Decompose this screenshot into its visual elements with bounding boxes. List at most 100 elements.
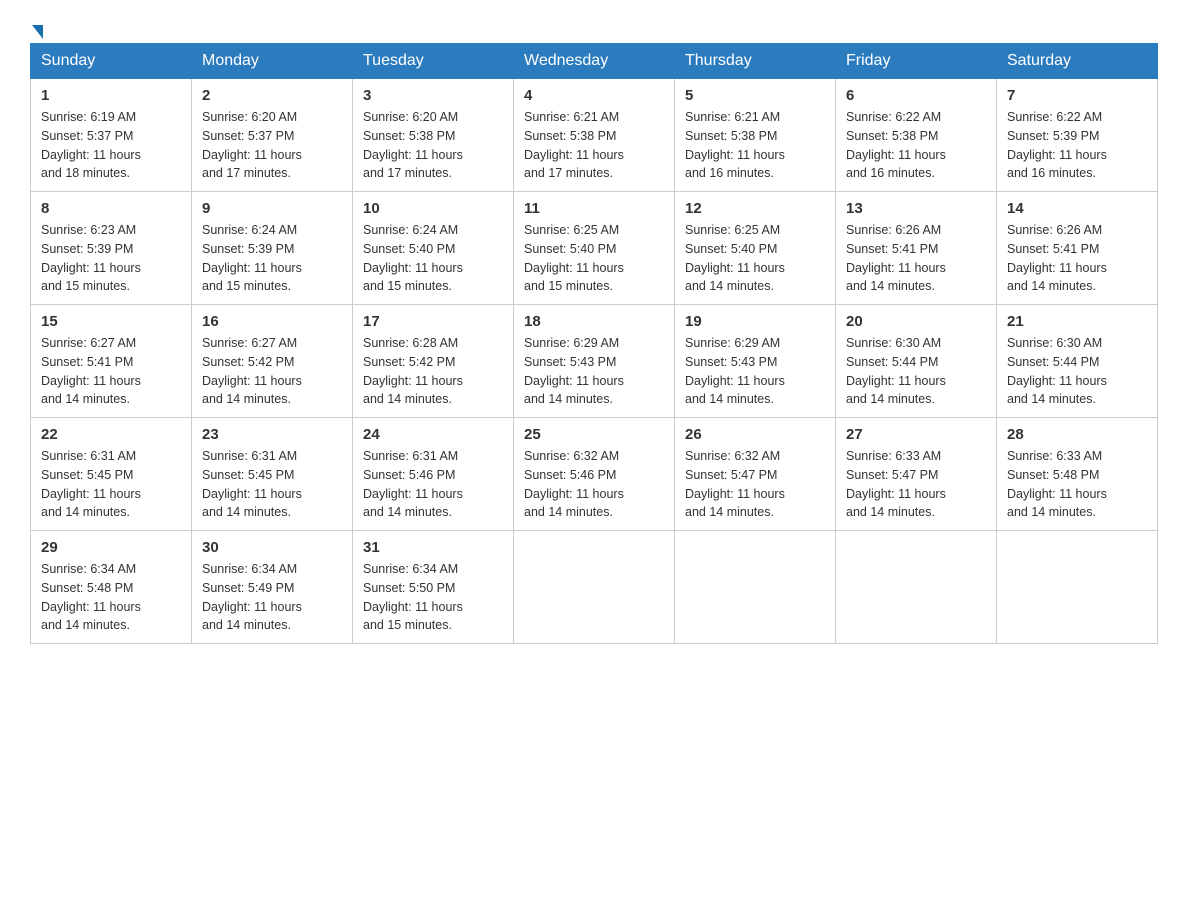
day-info: Sunrise: 6:30 AMSunset: 5:44 PMDaylight:…: [846, 334, 986, 409]
day-number: 9: [202, 200, 342, 217]
day-number: 10: [363, 200, 503, 217]
day-info: Sunrise: 6:19 AMSunset: 5:37 PMDaylight:…: [41, 108, 181, 183]
day-number: 31: [363, 539, 503, 556]
calendar-week-row: 29 Sunrise: 6:34 AMSunset: 5:48 PMDayligh…: [31, 531, 1158, 644]
calendar-cell: 11 Sunrise: 6:25 AMSunset: 5:40 PMDayligh…: [514, 192, 675, 305]
day-number: 16: [202, 313, 342, 330]
day-number: 28: [1007, 426, 1147, 443]
calendar-week-row: 1Sunrise: 6:19 AMSunset: 5:37 PMDaylight…: [31, 79, 1158, 192]
day-info: Sunrise: 6:23 AMSunset: 5:39 PMDaylight:…: [41, 221, 181, 296]
day-number: 15: [41, 313, 181, 330]
day-info: Sunrise: 6:34 AMSunset: 5:49 PMDaylight:…: [202, 560, 342, 635]
day-info: Sunrise: 6:34 AMSunset: 5:50 PMDaylight:…: [363, 560, 503, 635]
day-number: 14: [1007, 200, 1147, 217]
day-info: Sunrise: 6:22 AMSunset: 5:39 PMDaylight:…: [1007, 108, 1147, 183]
day-number: 2: [202, 87, 342, 104]
day-info: Sunrise: 6:24 AMSunset: 5:39 PMDaylight:…: [202, 221, 342, 296]
day-number: 3: [363, 87, 503, 104]
calendar-week-row: 22 Sunrise: 6:31 AMSunset: 5:45 PMDayligh…: [31, 418, 1158, 531]
calendar-table: SundayMondayTuesdayWednesdayThursdayFrid…: [30, 43, 1158, 644]
calendar-cell: 30 Sunrise: 6:34 AMSunset: 5:49 PMDayligh…: [192, 531, 353, 644]
day-info: Sunrise: 6:31 AMSunset: 5:45 PMDaylight:…: [202, 447, 342, 522]
calendar-cell: 13 Sunrise: 6:26 AMSunset: 5:41 PMDayligh…: [836, 192, 997, 305]
weekday-header-saturday: Saturday: [997, 44, 1158, 79]
logo: [30, 25, 43, 33]
weekday-header-wednesday: Wednesday: [514, 44, 675, 79]
day-number: 29: [41, 539, 181, 556]
calendar-cell: 2 Sunrise: 6:20 AMSunset: 5:37 PMDaylight…: [192, 79, 353, 192]
day-info: Sunrise: 6:29 AMSunset: 5:43 PMDaylight:…: [685, 334, 825, 409]
day-info: Sunrise: 6:29 AMSunset: 5:43 PMDaylight:…: [524, 334, 664, 409]
calendar-cell: 25 Sunrise: 6:32 AMSunset: 5:46 PMDayligh…: [514, 418, 675, 531]
day-info: Sunrise: 6:32 AMSunset: 5:46 PMDaylight:…: [524, 447, 664, 522]
calendar-cell: 7 Sunrise: 6:22 AMSunset: 5:39 PMDaylight…: [997, 79, 1158, 192]
day-info: Sunrise: 6:31 AMSunset: 5:45 PMDaylight:…: [41, 447, 181, 522]
day-info: Sunrise: 6:26 AMSunset: 5:41 PMDaylight:…: [846, 221, 986, 296]
calendar-cell: 18 Sunrise: 6:29 AMSunset: 5:43 PMDayligh…: [514, 305, 675, 418]
day-info: Sunrise: 6:30 AMSunset: 5:44 PMDaylight:…: [1007, 334, 1147, 409]
calendar-cell: 21 Sunrise: 6:30 AMSunset: 5:44 PMDayligh…: [997, 305, 1158, 418]
calendar-cell: 20Sunrise: 6:30 AMSunset: 5:44 PMDayligh…: [836, 305, 997, 418]
day-number: 27: [846, 426, 986, 443]
calendar-cell: 28 Sunrise: 6:33 AMSunset: 5:48 PMDayligh…: [997, 418, 1158, 531]
day-number: 18: [524, 313, 664, 330]
day-info: Sunrise: 6:24 AMSunset: 5:40 PMDaylight:…: [363, 221, 503, 296]
calendar-cell: 1Sunrise: 6:19 AMSunset: 5:37 PMDaylight…: [31, 79, 192, 192]
calendar-cell: 4 Sunrise: 6:21 AMSunset: 5:38 PMDaylight…: [514, 79, 675, 192]
weekday-header-friday: Friday: [836, 44, 997, 79]
weekday-header-tuesday: Tuesday: [353, 44, 514, 79]
day-info: Sunrise: 6:33 AMSunset: 5:47 PMDaylight:…: [846, 447, 986, 522]
day-info: Sunrise: 6:25 AMSunset: 5:40 PMDaylight:…: [524, 221, 664, 296]
calendar-cell: 26Sunrise: 6:32 AMSunset: 5:47 PMDayligh…: [675, 418, 836, 531]
calendar-cell: 22 Sunrise: 6:31 AMSunset: 5:45 PMDayligh…: [31, 418, 192, 531]
day-number: 12: [685, 200, 825, 217]
day-number: 7: [1007, 87, 1147, 104]
calendar-cell: 17Sunrise: 6:28 AMSunset: 5:42 PMDayligh…: [353, 305, 514, 418]
calendar-cell: 19 Sunrise: 6:29 AMSunset: 5:43 PMDayligh…: [675, 305, 836, 418]
day-number: 23: [202, 426, 342, 443]
calendar-cell: 5 Sunrise: 6:21 AMSunset: 5:38 PMDaylight…: [675, 79, 836, 192]
calendar-cell: 29 Sunrise: 6:34 AMSunset: 5:48 PMDayligh…: [31, 531, 192, 644]
calendar-cell: 23 Sunrise: 6:31 AMSunset: 5:45 PMDayligh…: [192, 418, 353, 531]
calendar-cell: 8 Sunrise: 6:23 AMSunset: 5:39 PMDaylight…: [31, 192, 192, 305]
calendar-cell: [514, 531, 675, 644]
calendar-week-row: 15Sunrise: 6:27 AMSunset: 5:41 PMDayligh…: [31, 305, 1158, 418]
calendar-cell: 24 Sunrise: 6:31 AMSunset: 5:46 PMDayligh…: [353, 418, 514, 531]
calendar-cell: [836, 531, 997, 644]
day-info: Sunrise: 6:26 AMSunset: 5:41 PMDaylight:…: [1007, 221, 1147, 296]
day-number: 13: [846, 200, 986, 217]
day-number: 8: [41, 200, 181, 217]
calendar-cell: [997, 531, 1158, 644]
calendar-cell: 15Sunrise: 6:27 AMSunset: 5:41 PMDayligh…: [31, 305, 192, 418]
day-number: 17: [363, 313, 503, 330]
day-number: 11: [524, 200, 664, 217]
day-number: 5: [685, 87, 825, 104]
day-info: Sunrise: 6:33 AMSunset: 5:48 PMDaylight:…: [1007, 447, 1147, 522]
calendar-cell: 14 Sunrise: 6:26 AMSunset: 5:41 PMDayligh…: [997, 192, 1158, 305]
weekday-header-sunday: Sunday: [31, 44, 192, 79]
weekday-header-thursday: Thursday: [675, 44, 836, 79]
calendar-cell: 27 Sunrise: 6:33 AMSunset: 5:47 PMDayligh…: [836, 418, 997, 531]
day-info: Sunrise: 6:20 AMSunset: 5:37 PMDaylight:…: [202, 108, 342, 183]
calendar-cell: 10 Sunrise: 6:24 AMSunset: 5:40 PMDayligh…: [353, 192, 514, 305]
day-info: Sunrise: 6:34 AMSunset: 5:48 PMDaylight:…: [41, 560, 181, 635]
day-number: 6: [846, 87, 986, 104]
day-number: 19: [685, 313, 825, 330]
day-number: 22: [41, 426, 181, 443]
page-header: [30, 20, 1158, 33]
day-info: Sunrise: 6:32 AMSunset: 5:47 PMDaylight:…: [685, 447, 825, 522]
day-info: Sunrise: 6:20 AMSunset: 5:38 PMDaylight:…: [363, 108, 503, 183]
day-info: Sunrise: 6:21 AMSunset: 5:38 PMDaylight:…: [524, 108, 664, 183]
day-number: 25: [524, 426, 664, 443]
day-number: 24: [363, 426, 503, 443]
calendar-cell: 9 Sunrise: 6:24 AMSunset: 5:39 PMDaylight…: [192, 192, 353, 305]
weekday-header-monday: Monday: [192, 44, 353, 79]
day-info: Sunrise: 6:31 AMSunset: 5:46 PMDaylight:…: [363, 447, 503, 522]
day-number: 21: [1007, 313, 1147, 330]
day-info: Sunrise: 6:21 AMSunset: 5:38 PMDaylight:…: [685, 108, 825, 183]
calendar-cell: 16 Sunrise: 6:27 AMSunset: 5:42 PMDayligh…: [192, 305, 353, 418]
day-info: Sunrise: 6:27 AMSunset: 5:42 PMDaylight:…: [202, 334, 342, 409]
day-number: 4: [524, 87, 664, 104]
day-number: 30: [202, 539, 342, 556]
calendar-cell: 31 Sunrise: 6:34 AMSunset: 5:50 PMDayligh…: [353, 531, 514, 644]
